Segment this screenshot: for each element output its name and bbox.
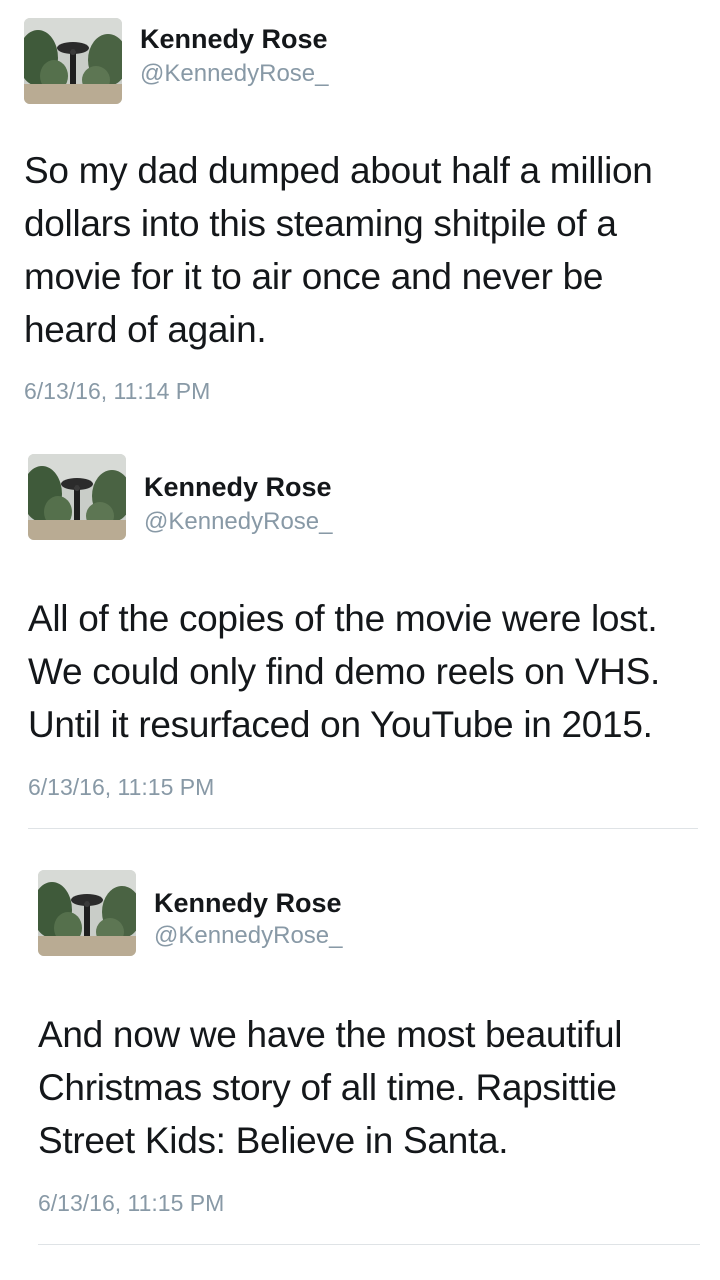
avatar[interactable] [38,870,136,956]
avatar-photo-icon [24,18,122,104]
divider [28,828,698,829]
tweet-timestamp: 6/13/16, 11:14 PM [24,378,211,404]
tweet-text-line: Christmas story of all time. Rapsittie [38,1067,617,1108]
tweet-text: All of the copies of the movie were lost… [28,592,660,751]
author-name[interactable]: Kennedy Rose [140,24,328,55]
tweet-1: Kennedy Rose @KennedyRose_ So my dad dum… [0,0,720,420]
author-handle[interactable]: @KennedyRose_ [144,508,332,536]
author-handle[interactable]: @KennedyRose_ [154,922,342,950]
tweet-timestamp: 6/13/16, 11:15 PM [28,774,215,800]
tweet-3: Kennedy Rose @KennedyRose_ And now we ha… [0,860,720,1260]
tweet-text-line: Street Kids: Believe in Santa. [38,1120,509,1161]
tweet-text-line: We could only find demo reels on VHS. [28,651,660,692]
tweet-2: Kennedy Rose @KennedyRose_ All of the co… [0,440,720,840]
tweet-text-line: And now we have the most beautiful [38,1014,623,1055]
divider [38,1244,700,1245]
tweet-timestamp: 6/13/16, 11:15 PM [38,1190,225,1216]
avatar[interactable] [24,18,122,104]
author-handle[interactable]: @KennedyRose_ [140,60,328,88]
tweet-text-line: Until it resurfaced on YouTube in 2015. [28,704,653,745]
avatar-photo-icon [28,454,126,540]
tweet-text-line: dollars into this steaming shitpile of a [24,203,617,244]
avatar[interactable] [28,454,126,540]
tweet-text-line: heard of again. [24,309,267,350]
author-name[interactable]: Kennedy Rose [144,472,332,503]
author-name[interactable]: Kennedy Rose [154,888,342,919]
avatar-photo-icon [38,870,136,956]
tweet-text: And now we have the most beautiful Chris… [38,1008,623,1167]
tweet-text: So my dad dumped about half a million do… [24,144,653,356]
tweet-text-line: All of the copies of the movie were lost… [28,598,658,639]
tweet-text-line: So my dad dumped about half a million [24,150,653,191]
tweet-text-line: movie for it to air once and never be [24,256,604,297]
